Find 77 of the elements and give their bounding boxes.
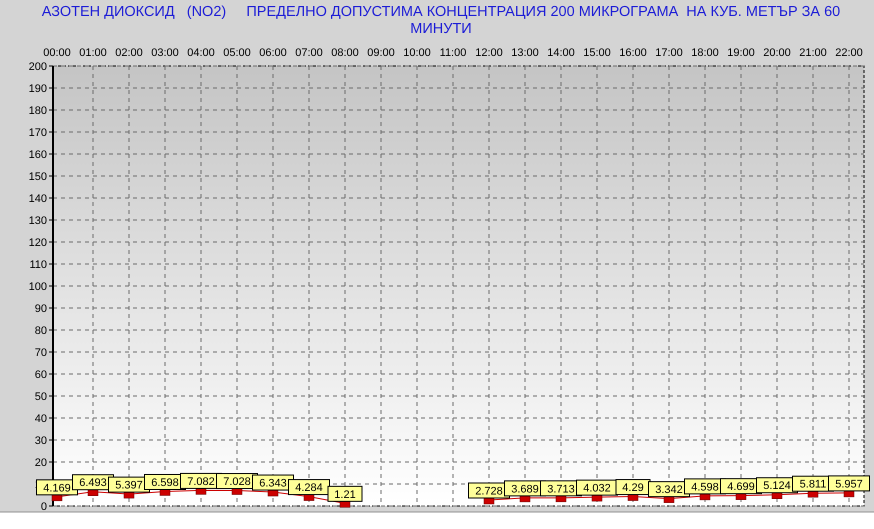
data-label: 3.342 [655,484,683,496]
data-label: 7.028 [223,476,251,488]
y-axis-label: 40 [34,413,47,425]
data-label: 4.169 [36,479,78,496]
x-axis-label: 01:00 [79,47,107,59]
data-label: 1.21 [334,488,356,501]
x-axis-label: 14:00 [547,47,575,59]
x-axis-label: 04:00 [187,47,215,59]
data-label: 2.728 [475,486,503,498]
y-axis-label: 110 [29,259,47,271]
y-axis-label: 30 [34,435,47,447]
data-label: 2.728 [468,482,510,498]
x-axis-label: 08:00 [331,47,359,59]
data-label: 1.21 [328,486,362,502]
y-axis-label: 190 [28,83,47,95]
data-label: 6.493 [79,477,107,490]
data-label: 5.811 [800,478,826,491]
x-axis-label: 17:00 [655,47,683,59]
data-label: 5.124 [763,480,791,492]
data-label: 4.699 [727,481,755,494]
x-axis-label: 06:00 [259,47,287,59]
y-axis-label: 0 [40,501,47,513]
chart-title: АЗОТЕН ДИОКСИД (NO2) ПРЕДЕЛНО ДОПУСТИМА КОНЦЕНТРАЦИЯ 200 МИКРОГРАМА НА КУБ. МЕТЪР ЗА 60 МИНУТИ [42,4,842,37]
y-axis-label: 170 [28,127,47,139]
y-axis-label: 150 [28,171,47,183]
data-label: 5.397 [115,480,143,492]
x-axis-label: 11:00 [440,47,466,59]
y-axis-label: 90 [34,303,47,315]
x-axis-label: 05:00 [223,47,251,59]
data-label: 4.169 [43,482,71,494]
x-axis-label: 10:00 [403,47,431,59]
x-axis-label: 07:00 [295,47,323,59]
data-label: 3.689 [511,483,539,496]
x-axis-label: 20:00 [763,47,791,59]
y-axis-label: 140 [28,193,47,205]
y-axis-label: 160 [28,149,47,161]
x-axis-label: 18:00 [691,47,719,59]
x-axis-label: 09:00 [367,47,395,59]
data-label: 5.957 [835,478,863,490]
y-axis-label: 80 [34,325,47,337]
x-axis-label: 21:00 [799,47,827,59]
data-label: 4.032 [583,482,611,495]
data-label: 4.284 [288,479,330,496]
y-axis-label: 120 [28,237,47,249]
x-axis-label: 16:00 [619,47,647,59]
data-label: 5.397 [108,476,150,493]
data-label: 5.124 [756,477,798,494]
data-label: 4.598 [691,481,719,494]
x-axis-label: 13:00 [511,47,539,59]
data-label: 3.713 [547,483,575,496]
data-label: 4.032 [576,480,618,496]
y-axis-label: 70 [34,347,47,359]
data-label: 6.493 [72,474,114,490]
y-axis-label: 60 [34,369,47,381]
data-label: 7.028 [216,473,258,490]
y-axis-label: 200 [28,61,47,73]
data-label: 4.29 [622,482,644,494]
y-axis-label: 180 [28,105,47,117]
x-axis-label: 12:00 [475,47,503,59]
data-label: 6.343 [259,478,287,490]
x-axis-label: 03:00 [151,47,179,59]
data-label: 4.29 [616,479,650,496]
data-label: 4.284 [295,482,323,494]
y-axis-label: 130 [28,215,47,227]
data-label: 7.082 [187,476,215,488]
data-label: 3.342 [648,481,690,498]
y-axis-label: 50 [34,391,47,403]
y-axis-label: 100 [28,281,47,293]
data-label: 6.598 [151,476,179,489]
x-axis-label: 15:00 [583,47,611,59]
data-label: 5.957 [828,475,870,492]
x-axis-label: 00:00 [43,47,71,59]
x-axis-label: 19:00 [727,47,755,59]
x-axis-label: 02:00 [115,47,143,59]
data-label: 6.343 [252,474,294,491]
x-axis-label: 22:00 [835,47,863,59]
y-axis-label: 20 [34,457,47,469]
